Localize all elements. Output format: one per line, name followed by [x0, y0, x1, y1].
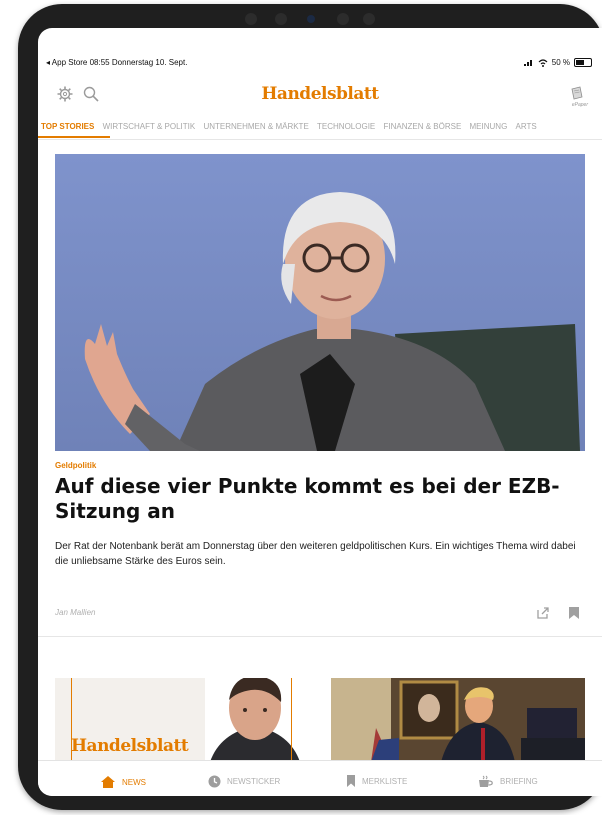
nav-briefing[interactable]: BRIEFING	[478, 775, 538, 788]
tab-top-stories[interactable]: TOP STORIES	[38, 119, 97, 135]
tab-arts[interactable]: ARTS	[513, 119, 540, 135]
camera-lens	[307, 15, 315, 23]
status-bar: ◂ App Store 08:55 Donnerstag 10. Sept. 5…	[38, 58, 602, 72]
active-tab-indicator	[38, 136, 110, 138]
share-icon[interactable]	[536, 606, 550, 620]
epaper-icon[interactable]	[568, 85, 586, 103]
signal-icon	[523, 60, 532, 66]
bottom-tab-bar: NEWS NEWSTICKER MERKLISTE BRIEFING	[38, 760, 602, 796]
nav-newsticker-label: NEWSTICKER	[227, 777, 281, 786]
status-right: 50 %	[523, 58, 592, 67]
sensor-dot	[245, 13, 257, 25]
sensor-dot	[363, 13, 375, 25]
article-headline[interactable]: Auf diese vier Punkte kommt es bei der E…	[55, 474, 585, 524]
article-teaser[interactable]: Der Rat der Notenbank berät am Donnersta…	[55, 539, 580, 569]
sensor-dot	[275, 13, 287, 25]
tab-technologie[interactable]: TECHNOLOGIE	[314, 119, 378, 135]
nav-merkliste-label: MERKLISTE	[362, 776, 408, 786]
app-screen: ◂ App Store 08:55 Donnerstag 10. Sept. 5…	[38, 28, 602, 796]
house-icon	[101, 776, 115, 788]
tab-unternehmen-maerkte[interactable]: UNTERNEHMEN & MÄRKTE	[200, 119, 311, 135]
tab-finanzen-boerse[interactable]: FINANZEN & BÖRSE	[380, 119, 464, 135]
nav-newsticker[interactable]: NEWSTICKER	[208, 775, 280, 788]
camera-bar	[241, 12, 381, 26]
article-card-1[interactable]: Handelsblatt	[55, 678, 309, 762]
tab-meinung[interactable]: MEINUNG	[467, 119, 511, 135]
hero-photo	[55, 154, 585, 451]
article-kicker[interactable]: Geldpolitik	[55, 461, 96, 470]
wifi-icon	[538, 58, 548, 67]
article-author: Jan Mallien	[55, 608, 96, 617]
card1-logo: Handelsblatt	[71, 736, 189, 756]
battery-icon	[574, 58, 592, 67]
card1-rule	[291, 678, 292, 762]
nav-merkliste[interactable]: MERKLISTE	[346, 775, 407, 787]
card2-photo	[331, 678, 585, 762]
clock-icon	[208, 775, 221, 788]
bookmark-icon[interactable]	[568, 606, 580, 620]
section-tabs: TOP STORIES WIRTSCHAFT & POLITIK UNTERNE…	[38, 119, 602, 140]
hero-image[interactable]	[55, 154, 585, 451]
sensor-dot	[337, 13, 349, 25]
nav-briefing-label: BRIEFING	[500, 777, 538, 786]
bookmark-icon	[347, 775, 355, 787]
coffee-icon	[479, 775, 493, 787]
tab-wirtschaft-politik[interactable]: WIRTSCHAFT & POLITIK	[100, 119, 199, 135]
app-header: Handelsblatt ePaper	[38, 80, 602, 108]
status-left-text: ◂ App Store 08:55 Donnerstag 10. Sept.	[46, 58, 188, 67]
article-card-2[interactable]	[331, 678, 585, 762]
nav-news[interactable]: NEWS	[100, 775, 146, 789]
battery-percent: 50 %	[551, 58, 570, 67]
app-logo: Handelsblatt	[261, 84, 379, 104]
epaper-label: ePaper	[571, 102, 588, 108]
nav-news-label: NEWS	[122, 777, 146, 787]
section-divider	[38, 636, 602, 637]
